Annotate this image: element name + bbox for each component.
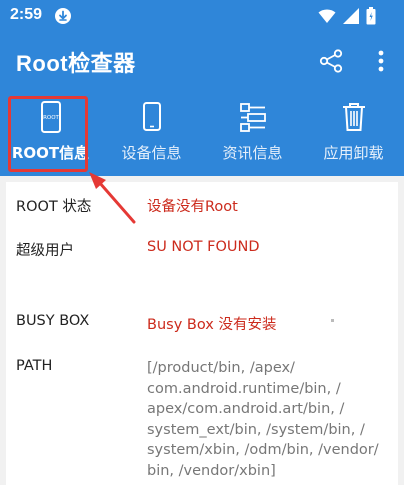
cellular-signal-icon: [343, 8, 359, 24]
path-line: system/xbin, /odm/bin, /vendor/: [147, 442, 379, 458]
highlight-box: [8, 96, 88, 172]
root-status-value: 设备没有Root: [147, 199, 238, 215]
busybox-label: BUSY BOX: [16, 313, 90, 329]
battery-icon: [366, 7, 376, 25]
path-line: apex/com.android.art/bin, /: [147, 401, 345, 417]
superuser-value: SU NOT FOUND: [147, 239, 260, 255]
phone-icon: [101, 100, 202, 134]
tab-label: 应用卸载: [323, 144, 384, 162]
tab-label: 资讯信息: [222, 144, 283, 162]
trash-icon: [303, 100, 404, 134]
superuser-label: 超级用户: [16, 243, 74, 259]
status-time: 2:59: [10, 6, 43, 23]
path-value: [/product/bin, /apex/ com.android.runtim…: [147, 358, 387, 481]
app-title: Root检查器: [16, 51, 136, 76]
path-line: bin, /vendor/xbin]: [147, 462, 276, 479]
more-options-button[interactable]: [370, 48, 392, 74]
more-vert-icon: [378, 50, 384, 72]
path-label: PATH: [16, 358, 53, 374]
share-button[interactable]: [318, 48, 344, 74]
info-list-icon: [202, 100, 303, 134]
path-line: [/product/bin, /apex/: [147, 360, 295, 376]
tab-app-uninstall[interactable]: 应用卸载: [303, 88, 404, 176]
status-bar: 2:59: [0, 0, 404, 32]
tab-label: 设备信息: [121, 144, 182, 162]
share-icon: [319, 49, 343, 73]
download-icon: [55, 8, 71, 24]
path-line: system_ext/bin, /system/bin, /: [147, 421, 365, 438]
divider-dot: [331, 319, 334, 322]
tab-device-info[interactable]: 设备信息: [101, 88, 202, 176]
root-status-label: ROOT 状态: [16, 199, 92, 215]
path-line: com.android.runtime/bin, /: [147, 380, 341, 397]
wifi-icon: [318, 9, 336, 23]
busybox-value: Busy Box 没有安装: [147, 317, 277, 333]
root-info-card: ROOT 状态 设备没有Root 超级用户 SU NOT FOUND BUSY …: [6, 182, 398, 485]
tab-news-info[interactable]: 资讯信息: [202, 88, 303, 176]
app-bar: Root检查器: [0, 32, 404, 88]
